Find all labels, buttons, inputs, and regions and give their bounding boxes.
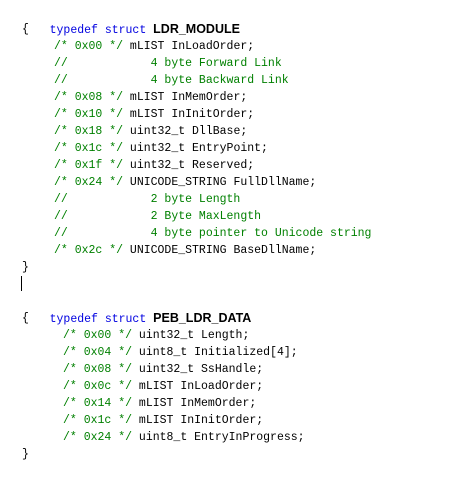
field-decl: uint32_t EntryPoint;: [129, 142, 268, 155]
comment-line: // 2 byte Length: [54, 191, 240, 208]
field-decl: uint8_t Initialized[4];: [138, 346, 298, 359]
field-line: /* 0x0c */ mLIST InLoadOrder;: [63, 378, 263, 395]
line-comment: // 2 byte Length: [54, 193, 241, 206]
field-decl: mLIST InMemOrder;: [138, 397, 257, 410]
offset-comment: /* 0x1f */: [54, 159, 124, 172]
field-decl: uint32_t Length;: [138, 329, 250, 342]
field-line: /* 0x04 */ uint8_t Initialized[4];: [63, 344, 298, 361]
offset-comment: /* 0x14 */: [63, 397, 133, 410]
offset-comment: /* 0x1c */: [63, 414, 133, 427]
line-comment: // 4 byte Forward Link: [54, 57, 282, 70]
field-decl: uint32_t SsHandle;: [138, 363, 264, 376]
field-decl: mLIST InMemOrder;: [129, 91, 248, 104]
offset-comment: /* 0x0c */: [63, 380, 133, 393]
struct-name: LDR_MODULE: [153, 22, 240, 36]
field-line: /* 0x08 */ uint32_t SsHandle;: [63, 361, 263, 378]
field-line: /* 0x08 */ mLIST InMemOrder;: [54, 89, 247, 106]
field-decl: mLIST InLoadOrder;: [138, 380, 264, 393]
offset-comment: /* 0x10 */: [54, 108, 124, 121]
struct-header-ldr-module: typedef struct LDR_MODULE: [22, 4, 240, 37]
offset-comment: /* 0x08 */: [63, 363, 133, 376]
field-line: /* 0x24 */ uint8_t EntryInProgress;: [63, 429, 305, 446]
offset-comment: /* 0x04 */: [63, 346, 133, 359]
typedef-keyword: typedef: [49, 313, 98, 326]
field-decl: mLIST InLoadOrder;: [129, 40, 255, 53]
comment-line: // 4 byte pointer to Unicode string: [54, 225, 371, 242]
field-decl: uint32_t Reserved;: [129, 159, 255, 172]
field-line: /* 0x10 */ mLIST InInitOrder;: [54, 106, 254, 123]
text-caret: [21, 276, 22, 291]
offset-comment: /* 0x24 */: [54, 176, 124, 189]
offset-comment: /* 0x2c */: [54, 244, 124, 257]
comment-line: // 2 Byte MaxLength: [54, 208, 261, 225]
struct-keyword: struct: [104, 24, 147, 37]
offset-comment: /* 0x24 */: [63, 431, 133, 444]
field-line: /* 0x14 */ mLIST InMemOrder;: [63, 395, 256, 412]
offset-comment: /* 0x1c */: [54, 142, 124, 155]
line-comment: // 4 byte pointer to Unicode string: [54, 227, 372, 240]
struct-name: PEB_LDR_DATA: [153, 311, 252, 325]
field-decl: mLIST InInitOrder;: [138, 414, 264, 427]
open-brace: {: [22, 23, 29, 36]
open-brace: {: [22, 312, 29, 325]
struct-header-peb-ldr-data: typedef struct PEB_LDR_DATA: [22, 293, 252, 326]
field-line: /* 0x18 */ uint32_t DllBase;: [54, 123, 247, 140]
field-line: /* 0x00 */ uint32_t Length;: [63, 327, 249, 344]
close-brace: }: [22, 448, 29, 461]
field-decl: mLIST InInitOrder;: [129, 108, 255, 121]
struct-keyword: struct: [104, 313, 147, 326]
comment-line: // 4 byte Backward Link: [54, 72, 289, 89]
field-decl: uint32_t DllBase;: [129, 125, 248, 138]
field-line: /* 0x1c */ uint32_t EntryPoint;: [54, 140, 268, 157]
comment-line: // 4 byte Forward Link: [54, 55, 282, 72]
field-line: /* 0x00 */ mLIST InLoadOrder;: [54, 38, 254, 55]
offset-comment: /* 0x08 */: [54, 91, 124, 104]
field-line: /* 0x1f */ uint32_t Reserved;: [54, 157, 254, 174]
field-line: /* 0x1c */ mLIST InInitOrder;: [63, 412, 263, 429]
field-line: /* 0x2c */ UNICODE_STRING BaseDllName;: [54, 242, 316, 259]
field-decl: UNICODE_STRING BaseDllName;: [129, 244, 317, 257]
field-decl: uint8_t EntryInProgress;: [138, 431, 305, 444]
offset-comment: /* 0x00 */: [54, 40, 124, 53]
offset-comment: /* 0x18 */: [54, 125, 124, 138]
field-decl: UNICODE_STRING FullDllName;: [129, 176, 317, 189]
field-line: /* 0x24 */ UNICODE_STRING FullDllName;: [54, 174, 316, 191]
close-brace: }: [22, 261, 29, 274]
line-comment: // 4 byte Backward Link: [54, 74, 289, 87]
line-comment: // 2 Byte MaxLength: [54, 210, 262, 223]
offset-comment: /* 0x00 */: [63, 329, 133, 342]
typedef-keyword: typedef: [49, 24, 98, 37]
code-listing[interactable]: typedef struct LDR_MODULE { /* 0x00 */ m…: [0, 0, 454, 479]
